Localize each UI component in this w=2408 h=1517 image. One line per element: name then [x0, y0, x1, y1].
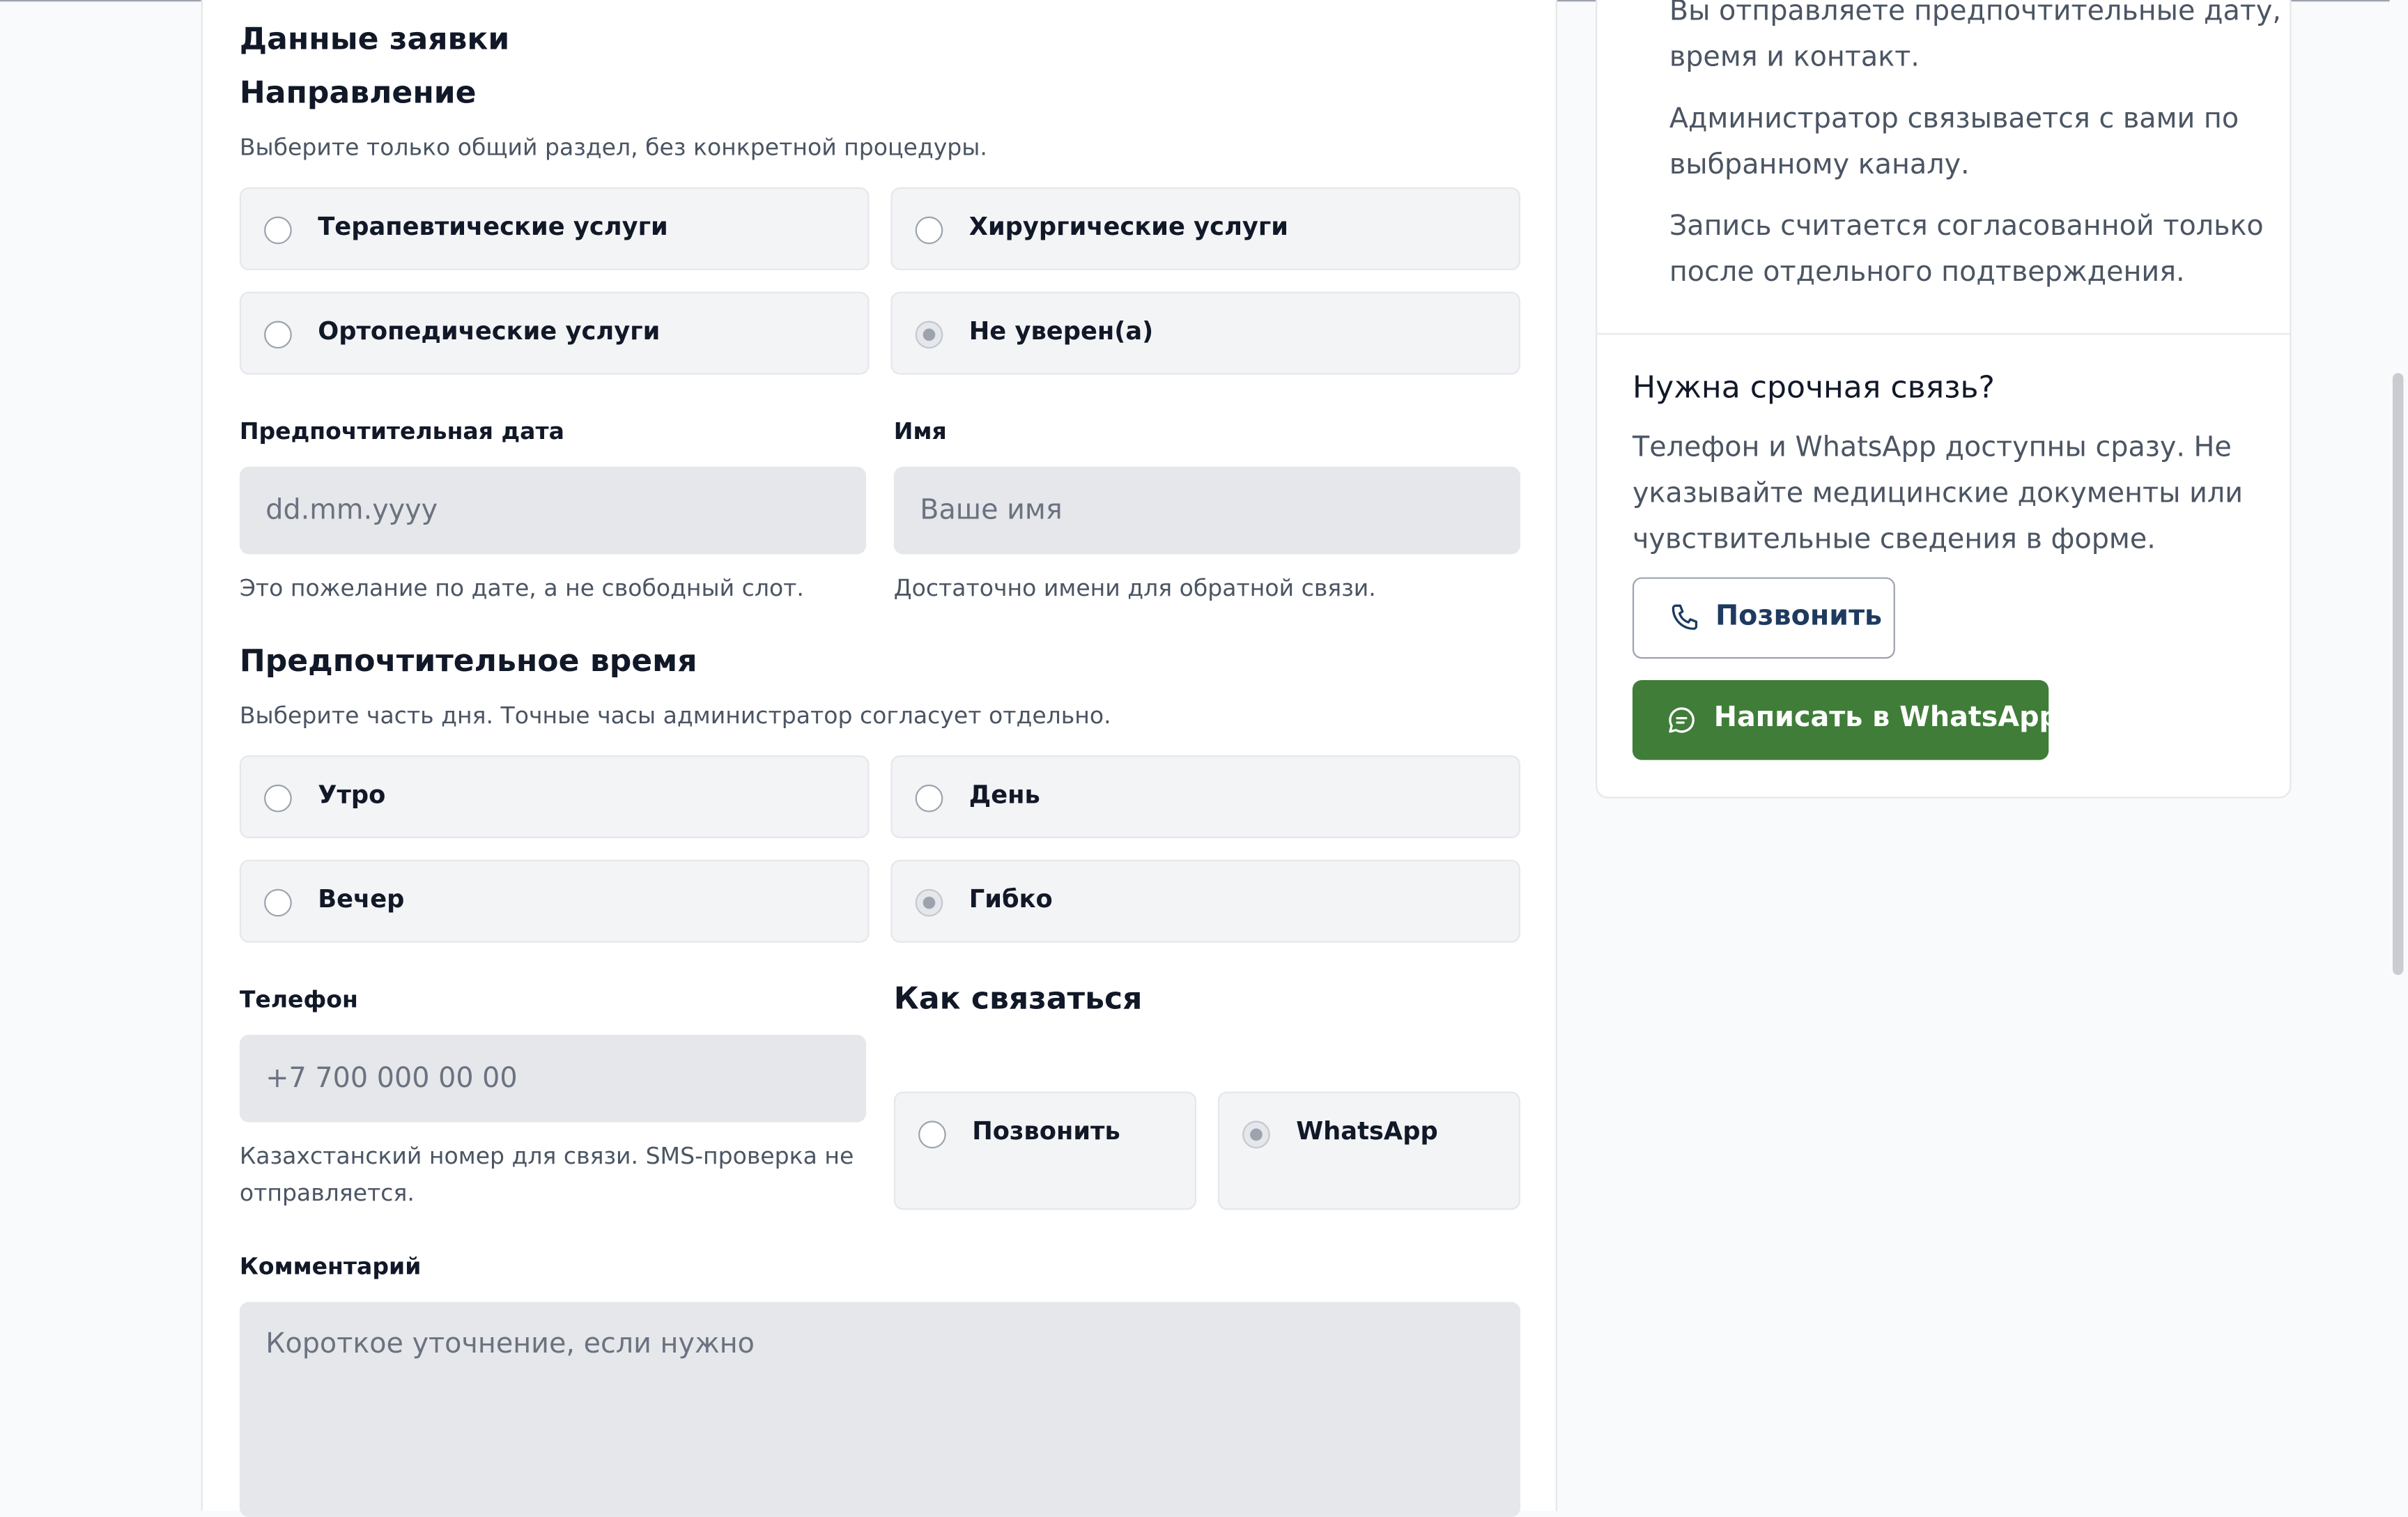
direction-option-orthopedic[interactable]: Ортопедические услуги [239, 291, 870, 375]
option-label: Позвонить [972, 1116, 1120, 1146]
scrollbar-thumb[interactable] [2392, 373, 2404, 976]
whatsapp-button[interactable]: Написать в WhatsApp [1632, 680, 2059, 760]
date-input[interactable] [239, 466, 867, 555]
step-text-line1: Вы отправляете предпочтительные дату, [1669, 0, 2281, 28]
time-option-evening[interactable]: Вечер [239, 859, 870, 943]
name-label: Имя [893, 417, 947, 445]
radio-icon [915, 784, 943, 813]
option-label: Ортопедические услуги [318, 316, 661, 346]
option-label: Не уверен(а) [968, 316, 1154, 346]
contact-option-call[interactable]: Позвонить [893, 1091, 1196, 1210]
step-text-line2: время и контакт. [1669, 41, 1920, 74]
message-icon [1669, 707, 1695, 733]
option-label: День [968, 780, 1040, 810]
step-text-line5: Запись считается согласованной только [1669, 210, 2264, 243]
step-text-line4: выбранному каналу. [1669, 148, 1970, 181]
radio-icon [264, 888, 292, 917]
date-helper: Это пожелание по дате, а не свободный сл… [239, 574, 804, 602]
direction-helper: Выберите только общий раздел, без конкре… [239, 133, 987, 162]
radio-icon [264, 784, 292, 813]
option-label: Гибко [968, 884, 1053, 914]
radio-checked-icon [915, 888, 943, 917]
phone-icon [1672, 604, 1698, 630]
urgent-heading: Нужна срочная связь? [1632, 368, 1995, 406]
phone-input[interactable] [239, 1035, 867, 1123]
time-option-flexible[interactable]: Гибко [890, 859, 1521, 943]
sidebar-divider [1597, 333, 2290, 335]
option-label: Вечер [318, 884, 405, 914]
time-option-morning[interactable]: Утро [239, 755, 870, 839]
page: Данные заявки Направление Выберите тольк… [0, 0, 2408, 1517]
step-text-line6: после отдельного подтверждения. [1669, 256, 2185, 289]
call-button-label: Позвонить [1715, 600, 1883, 633]
whatsapp-button-label: Написать в WhatsApp [1713, 701, 2059, 734]
name-helper: Достаточно имени для обратной связи. [893, 574, 1376, 602]
direction-option-surgery[interactable]: Хирургические услуги [890, 187, 1521, 270]
radio-icon [264, 216, 292, 245]
direction-option-unsure[interactable]: Не уверен(а) [890, 291, 1521, 375]
radio-icon [918, 1121, 946, 1149]
urgent-text-line3: чувствительные сведения в форме. [1632, 523, 2156, 556]
radio-icon [264, 321, 292, 349]
name-input[interactable] [893, 466, 1521, 555]
urgent-text-line1: Телефон и WhatsApp доступны сразу. Не [1632, 431, 2232, 464]
option-label: WhatsApp [1296, 1116, 1438, 1146]
phone-label: Телефон [239, 985, 358, 1014]
comment-textarea[interactable] [239, 1302, 1521, 1517]
time-helper: Выберите часть дня. Точные часы админист… [239, 701, 1111, 730]
option-label: Хирургические услуги [968, 212, 1289, 241]
contact-heading: Как связаться [893, 979, 1143, 1017]
form-title: Данные заявки [239, 20, 510, 57]
radio-checked-icon [1242, 1121, 1270, 1149]
option-label: Утро [318, 780, 386, 810]
call-button[interactable]: Позвонить [1632, 577, 1895, 659]
direction-option-therapy[interactable]: Терапевтические услуги [239, 187, 870, 270]
comment-label: Комментарий [239, 1252, 422, 1281]
date-label: Предпочтительная дата [239, 417, 564, 445]
radio-icon [915, 216, 943, 245]
radio-checked-icon [915, 321, 943, 349]
urgent-text-line2: указывайте медицинские документы или [1632, 477, 2244, 510]
time-heading: Предпочтительное время [239, 641, 697, 679]
phone-helper-line2: отправляется. [239, 1179, 415, 1207]
contact-option-whatsapp[interactable]: WhatsApp [1217, 1091, 1521, 1210]
phone-helper-line1: Казахстанский номер для связи. SMS-прове… [239, 1142, 854, 1170]
time-option-day[interactable]: День [890, 755, 1521, 839]
direction-heading: Направление [239, 73, 477, 111]
option-label: Терапевтические услуги [318, 212, 668, 241]
step-text-line3: Администратор связывается с вами по [1669, 102, 2239, 135]
